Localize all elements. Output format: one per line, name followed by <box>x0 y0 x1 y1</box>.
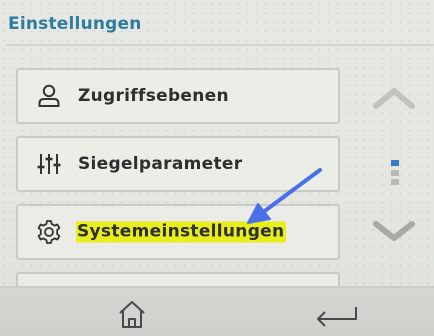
menu-item-label: Siegelparameter <box>78 154 243 174</box>
sliders-icon <box>37 154 61 174</box>
scroll-indicator-inactive <box>391 179 399 185</box>
gear-icon <box>37 220 61 244</box>
home-icon[interactable] <box>110 296 154 332</box>
scroll-indicator-active <box>391 160 399 166</box>
title-divider <box>6 44 434 46</box>
chevron-up-icon[interactable] <box>372 84 416 110</box>
menu-item-label: Zugriffsebenen <box>78 86 229 106</box>
footer-bar <box>0 286 434 336</box>
scroll-position-indicator <box>391 160 399 188</box>
user-icon <box>38 84 60 107</box>
menu-item-seal-parameters[interactable]: Siegelparameter <box>16 136 340 192</box>
menu-item-access-levels[interactable]: Zugriffsebenen <box>16 68 340 124</box>
chevron-down-icon[interactable] <box>372 218 416 244</box>
settings-screen: Einstellungen Zugriffsebenen Siegelparam… <box>0 0 434 336</box>
page-title: Einstellungen <box>8 14 142 34</box>
menu-item-label: Systemeinstellungen <box>76 221 287 243</box>
scroll-indicator-inactive <box>391 170 399 176</box>
menu-item-system-settings[interactable]: Systemeinstellungen <box>16 204 340 260</box>
return-arrow-icon[interactable] <box>312 304 362 328</box>
